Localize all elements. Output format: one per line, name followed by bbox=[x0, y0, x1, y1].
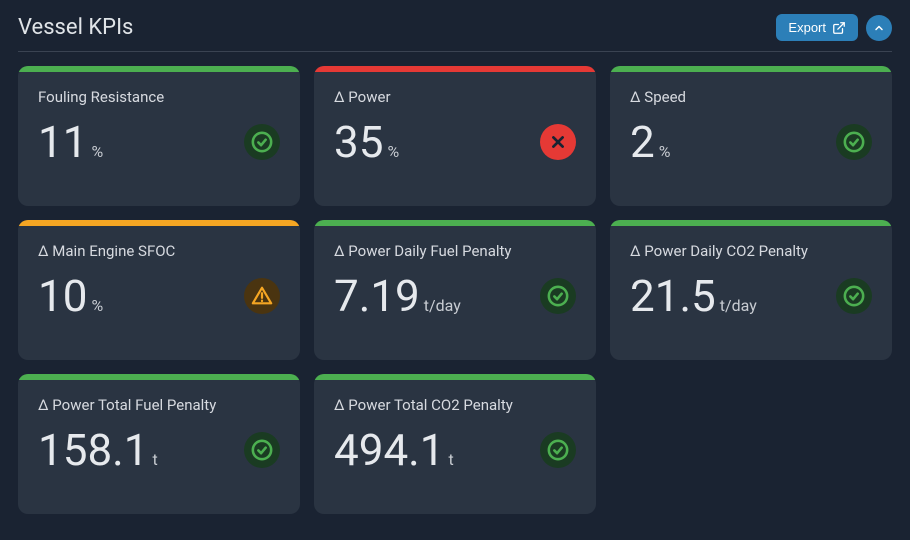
kpi-label: Δ Speed bbox=[630, 88, 872, 106]
check-circle-icon bbox=[843, 285, 865, 307]
kpi-label: Fouling Resistance bbox=[38, 88, 280, 106]
kpi-value-wrap: 2% bbox=[630, 120, 670, 164]
kpi-body: 158.1 t bbox=[38, 428, 280, 472]
kpi-value: 35 bbox=[334, 120, 383, 164]
kpi-body: 35% bbox=[334, 120, 576, 164]
kpi-unit: t/day bbox=[720, 296, 757, 315]
status-bar bbox=[18, 374, 300, 380]
status-bar bbox=[314, 374, 596, 380]
kpi-card[interactable]: Δ Main Engine SFOC 10% bbox=[18, 220, 300, 360]
kpi-card[interactable]: Δ Power Total Fuel Penalty 158.1 t bbox=[18, 374, 300, 514]
check-circle-icon bbox=[547, 285, 569, 307]
kpi-card[interactable]: Δ Power Daily CO2 Penalty 21.5 t/day bbox=[610, 220, 892, 360]
kpi-value-wrap: 35% bbox=[334, 120, 399, 164]
check-circle-icon bbox=[843, 131, 865, 153]
kpi-card[interactable]: Δ Power Daily Fuel Penalty 7.19 t/day bbox=[314, 220, 596, 360]
kpi-value: 158.1 bbox=[38, 428, 149, 472]
external-link-icon bbox=[832, 21, 846, 35]
kpi-value-wrap: 11% bbox=[38, 120, 103, 164]
kpi-value-wrap: 10% bbox=[38, 274, 103, 318]
kpi-value: 7.19 bbox=[334, 274, 420, 318]
kpi-label: Δ Power Total CO2 Penalty bbox=[334, 396, 576, 414]
kpi-card[interactable]: Δ Speed 2% bbox=[610, 66, 892, 206]
kpi-unit: % bbox=[659, 142, 671, 161]
kpi-label: Δ Power bbox=[334, 88, 576, 106]
chevron-up-icon bbox=[873, 22, 885, 34]
kpi-value-wrap: 7.19 t/day bbox=[334, 274, 461, 318]
kpi-label: Δ Power Total Fuel Penalty bbox=[38, 396, 280, 414]
kpi-value-wrap: 494.1 t bbox=[334, 428, 454, 472]
export-button-label: Export bbox=[788, 20, 826, 35]
kpi-unit: t bbox=[449, 450, 454, 469]
status-bar bbox=[610, 66, 892, 72]
status-badge bbox=[836, 278, 872, 314]
header-actions: Export bbox=[776, 14, 892, 41]
kpi-card[interactable]: Δ Power 35% bbox=[314, 66, 596, 206]
kpi-unit: % bbox=[91, 142, 103, 161]
status-bar bbox=[610, 220, 892, 226]
page-title: Vessel KPIs bbox=[18, 15, 133, 40]
status-badge bbox=[244, 278, 280, 314]
kpi-grid: Fouling Resistance 11% Δ Power 35% Δ Speed 2%… bbox=[18, 66, 892, 514]
status-badge bbox=[540, 278, 576, 314]
kpi-body: 2% bbox=[630, 120, 872, 164]
kpi-unit: t/day bbox=[424, 296, 461, 315]
status-badge bbox=[244, 124, 280, 160]
kpi-value: 494.1 bbox=[334, 428, 445, 472]
x-circle-icon bbox=[547, 131, 569, 153]
status-bar bbox=[18, 220, 300, 226]
kpi-unit: % bbox=[91, 296, 103, 315]
kpi-body: 21.5 t/day bbox=[630, 274, 872, 318]
status-bar bbox=[314, 66, 596, 72]
kpi-value: 21.5 bbox=[630, 274, 716, 318]
status-badge bbox=[244, 432, 280, 468]
kpi-body: 494.1 t bbox=[334, 428, 576, 472]
page-header: Vessel KPIs Export bbox=[18, 14, 892, 52]
status-bar bbox=[314, 220, 596, 226]
kpi-value-wrap: 21.5 t/day bbox=[630, 274, 757, 318]
kpi-label: Δ Main Engine SFOC bbox=[38, 242, 280, 260]
warning-triangle-icon bbox=[251, 285, 273, 307]
kpi-card[interactable]: Δ Power Total CO2 Penalty 494.1 t bbox=[314, 374, 596, 514]
kpi-value: 2 bbox=[630, 120, 655, 164]
kpi-unit: % bbox=[387, 142, 399, 161]
kpi-body: 7.19 t/day bbox=[334, 274, 576, 318]
status-badge bbox=[540, 432, 576, 468]
check-circle-icon bbox=[547, 439, 569, 461]
kpi-card[interactable]: Fouling Resistance 11% bbox=[18, 66, 300, 206]
status-badge bbox=[540, 124, 576, 160]
check-circle-icon bbox=[251, 439, 273, 461]
kpi-body: 11% bbox=[38, 120, 280, 164]
kpi-value: 11 bbox=[38, 120, 87, 164]
collapse-button[interactable] bbox=[866, 15, 892, 41]
kpi-unit: t bbox=[153, 450, 158, 469]
check-circle-icon bbox=[251, 131, 273, 153]
kpi-value: 10 bbox=[38, 274, 87, 318]
export-button[interactable]: Export bbox=[776, 14, 858, 41]
status-bar bbox=[18, 66, 300, 72]
kpi-label: Δ Power Daily CO2 Penalty bbox=[630, 242, 872, 260]
kpi-label: Δ Power Daily Fuel Penalty bbox=[334, 242, 576, 260]
kpi-body: 10% bbox=[38, 274, 280, 318]
kpi-value-wrap: 158.1 t bbox=[38, 428, 158, 472]
status-badge bbox=[836, 124, 872, 160]
